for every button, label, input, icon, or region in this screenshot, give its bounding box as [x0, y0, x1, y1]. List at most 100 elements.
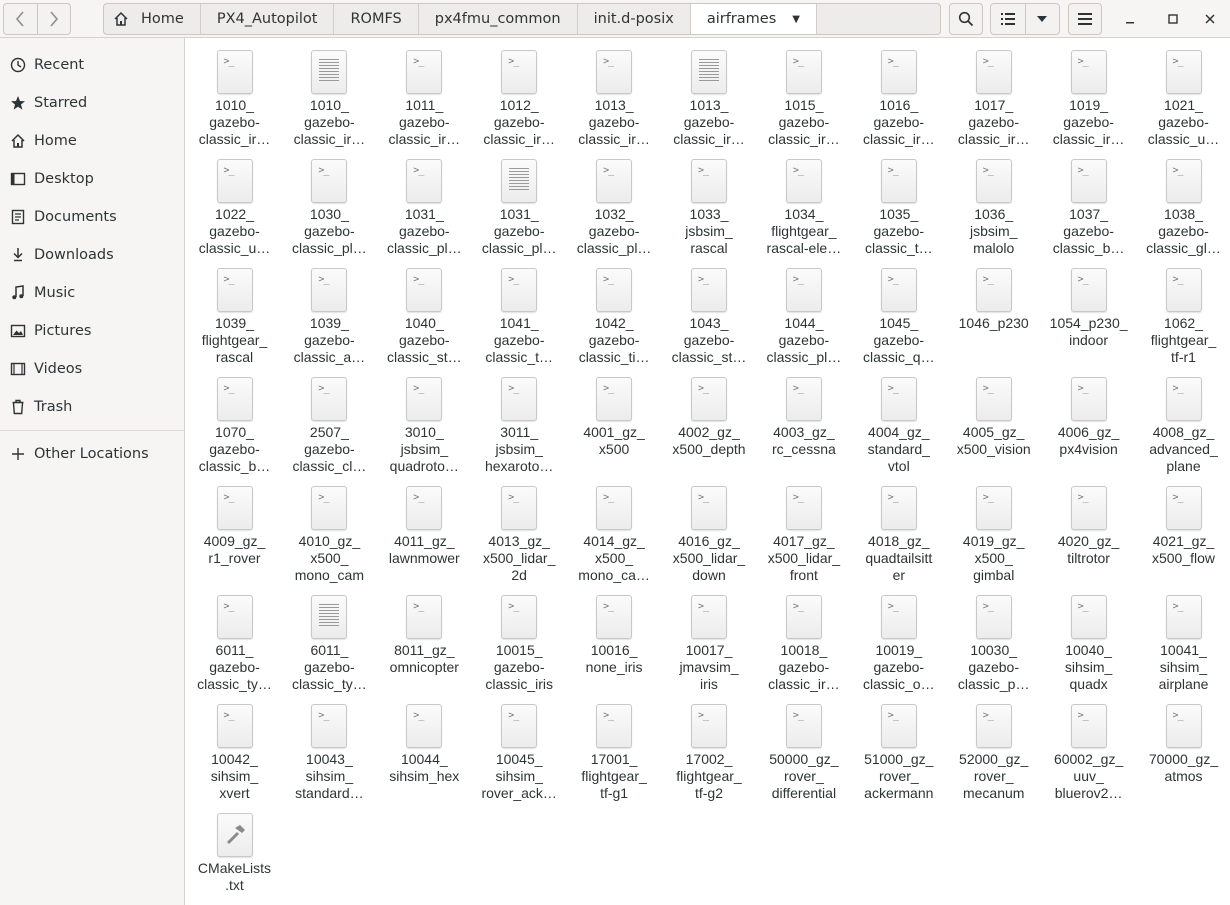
file-item[interactable]: >_ 1010_ gazebo-classic_ir… [187, 42, 282, 151]
file-item[interactable]: >_ 3010_ jsbsim_ quadroto… [377, 369, 472, 478]
file-item[interactable]: >_ 1041_ gazebo-classic_t… [472, 260, 567, 369]
crumb-home[interactable]: Home [104, 4, 201, 34]
file-item[interactable]: >_ 1038_ gazebo-classic_gl… [1136, 151, 1230, 260]
file-item[interactable]: >_ 1040_ gazebo-classic_st… [377, 260, 472, 369]
file-item[interactable]: >_ 10045_ sihsim_ rover_ack… [472, 696, 567, 805]
file-item[interactable]: >_ 4018_gz_ quadtailsitt er [851, 478, 946, 587]
sidebar-item-documents[interactable]: Documents [0, 198, 184, 236]
file-item[interactable]: >_ 1042_ gazebo-classic_ti… [567, 260, 662, 369]
file-item[interactable]: >_ 4004_gz_ standard_ vtol [851, 369, 946, 478]
file-item[interactable]: >_ 1036_ jsbsim_ malolo [946, 151, 1041, 260]
file-item[interactable]: >_ 17001_ flightgear_ tf-g1 [567, 696, 662, 805]
file-item[interactable]: >_ 1034_ flightgear_ rascal-ele… [756, 151, 851, 260]
crumb-px4fmu-common[interactable]: px4fmu_common [419, 4, 578, 34]
sidebar-item-videos[interactable]: Videos [0, 350, 184, 388]
sidebar-item-home[interactable]: Home [0, 122, 184, 160]
crumb-romfs[interactable]: ROMFS [334, 4, 419, 34]
file-item[interactable]: >_ 4020_gz_ tiltrotor [1041, 478, 1136, 587]
file-item[interactable]: >_ 10043_ sihsim_ standard… [282, 696, 377, 805]
file-item[interactable]: >_ 1039_ flightgear_ rascal [187, 260, 282, 369]
file-item[interactable]: >_ 10040_ sihsim_ quadx [1041, 587, 1136, 696]
file-item[interactable]: CMakeLists .txt [187, 805, 282, 905]
file-item[interactable]: >_ 1039_ gazebo-classic_a… [282, 260, 377, 369]
file-item[interactable]: >_ 4014_gz_ x500_ mono_ca… [567, 478, 662, 587]
file-item[interactable]: >_ 4016_gz_ x500_lidar_ down [662, 478, 757, 587]
file-item[interactable]: >_ 4003_gz_ rc_cessna [756, 369, 851, 478]
file-item[interactable]: >_ 1030_ gazebo-classic_pl… [282, 151, 377, 260]
file-item[interactable]: >_ 1054_p230_ indoor [1041, 260, 1136, 369]
file-item[interactable]: >_ 10018_ gazebo-classic_ir… [756, 587, 851, 696]
file-item[interactable]: >_ 1044_ gazebo-classic_pl… [756, 260, 851, 369]
maximize-button[interactable] [1158, 4, 1188, 34]
sidebar-item-trash[interactable]: Trash [0, 388, 184, 426]
file-item[interactable]: >_ 1062_ flightgear_ tf-r1 [1136, 260, 1230, 369]
file-item[interactable]: 6011_ gazebo-classic_ty… [282, 587, 377, 696]
file-item[interactable]: >_ 1046_p230 [946, 260, 1041, 369]
file-item[interactable]: >_ 50000_gz_ rover_ differential [756, 696, 851, 805]
file-item[interactable]: >_ 1035_ gazebo-classic_t… [851, 151, 946, 260]
minimize-button[interactable] [1115, 4, 1145, 34]
file-item[interactable]: >_ 6011_ gazebo-classic_ty… [187, 587, 282, 696]
file-item[interactable]: >_ 4010_gz_ x500_ mono_cam [282, 478, 377, 587]
file-item[interactable]: 1031_ gazebo-classic_pl… [472, 151, 567, 260]
file-item[interactable]: >_ 10015_ gazebo-classic_iris [472, 587, 567, 696]
close-button[interactable] [1195, 4, 1225, 34]
sidebar-item-starred[interactable]: Starred [0, 84, 184, 122]
file-item[interactable]: >_ 51000_gz_ rover_ ackermann [851, 696, 946, 805]
file-item[interactable]: >_ 4008_gz_ advanced_ plane [1136, 369, 1230, 478]
file-item[interactable]: >_ 1032_ gazebo-classic_pl… [567, 151, 662, 260]
file-item[interactable]: >_ 3011_ jsbsim_ hexaroto… [472, 369, 567, 478]
file-item[interactable]: >_ 10019_ gazebo-classic_o… [851, 587, 946, 696]
file-item[interactable]: >_ 10042_ sihsim_ xvert [187, 696, 282, 805]
sidebar-item-pictures[interactable]: Pictures [0, 312, 184, 350]
list-view-button[interactable] [991, 4, 1025, 34]
file-item[interactable]: >_ 1070_ gazebo-classic_b… [187, 369, 282, 478]
file-item[interactable]: >_ 1012_ gazebo-classic_ir… [472, 42, 567, 151]
file-item[interactable]: >_ 10016_ none_iris [567, 587, 662, 696]
file-item[interactable]: >_ 4021_gz_ x500_flow [1136, 478, 1230, 587]
file-item[interactable]: >_ 1013_ gazebo-classic_ir… [567, 42, 662, 151]
sidebar-item-music[interactable]: Music [0, 274, 184, 312]
file-item[interactable]: >_ 1043_ gazebo-classic_st… [662, 260, 757, 369]
forward-button[interactable] [36, 4, 71, 34]
file-item[interactable]: >_ 4006_gz_ px4vision [1041, 369, 1136, 478]
file-item[interactable]: >_ 1031_ gazebo-classic_pl… [377, 151, 472, 260]
file-item[interactable]: >_ 10017_ jmavsim_ iris [662, 587, 757, 696]
file-item[interactable]: >_ 70000_gz_ atmos [1136, 696, 1230, 805]
file-item[interactable]: >_ 1021_ gazebo-classic_u… [1136, 42, 1230, 151]
file-item[interactable]: >_ 60002_gz_ uuv_ bluerov2… [1041, 696, 1136, 805]
file-item[interactable]: >_ 4013_gz_ x500_lidar_ 2d [472, 478, 567, 587]
sidebar-item-recent[interactable]: Recent [0, 46, 184, 84]
file-item[interactable]: >_ 10030_ gazebo-classic_p… [946, 587, 1041, 696]
crumb-airframes[interactable]: airframes ▼ [690, 4, 817, 34]
file-item[interactable]: >_ 8011_gz_ omnicopter [377, 587, 472, 696]
file-item[interactable]: >_ 1016_ gazebo-classic_ir… [851, 42, 946, 151]
file-item[interactable]: 1010_ gazebo-classic_ir… [282, 42, 377, 151]
file-item[interactable]: 1013_ gazebo-classic_ir… [662, 42, 757, 151]
file-item[interactable]: >_ 1019_ gazebo-classic_ir… [1041, 42, 1136, 151]
file-item[interactable]: >_ 1022_ gazebo-classic_u… [187, 151, 282, 260]
file-item[interactable]: >_ 4009_gz_ r1_rover [187, 478, 282, 587]
file-item[interactable]: >_ 1045_ gazebo-classic_q… [851, 260, 946, 369]
file-item[interactable]: >_ 1015_ gazebo-classic_ir… [756, 42, 851, 151]
file-item[interactable]: >_ 4017_gz_ x500_lidar_ front [756, 478, 851, 587]
file-item[interactable]: >_ 1033_ jsbsim_ rascal [662, 151, 757, 260]
sidebar-item-other-locations[interactable]: Other Locations [0, 435, 184, 473]
file-item[interactable]: >_ 1011_ gazebo-classic_ir… [377, 42, 472, 151]
file-item[interactable]: >_ 2507_ gazebo-classic_cl… [282, 369, 377, 478]
back-button[interactable] [4, 4, 37, 34]
sidebar-item-desktop[interactable]: Desktop [0, 160, 184, 198]
file-item[interactable]: >_ 17002_ flightgear_ tf-g2 [662, 696, 757, 805]
file-item[interactable]: >_ 10044_ sihsim_hex [377, 696, 472, 805]
menu-button[interactable] [1068, 3, 1102, 35]
view-menu-button[interactable] [1024, 4, 1060, 34]
sidebar-item-downloads[interactable]: Downloads [0, 236, 184, 274]
file-item[interactable]: >_ 1017_ gazebo-classic_ir… [946, 42, 1041, 151]
file-item[interactable]: >_ 4019_gz_ x500_ gimbal [946, 478, 1041, 587]
file-item[interactable]: >_ 52000_gz_ rover_ mecanum [946, 696, 1041, 805]
crumb-init-d-posix[interactable]: init.d-posix [578, 4, 691, 34]
file-item[interactable]: >_ 4001_gz_ x500 [567, 369, 662, 478]
file-item[interactable]: >_ 1037_ gazebo-classic_b… [1041, 151, 1136, 260]
file-item[interactable]: >_ 4005_gz_ x500_vision [946, 369, 1041, 478]
file-item[interactable]: >_ 10041_ sihsim_ airplane [1136, 587, 1230, 696]
